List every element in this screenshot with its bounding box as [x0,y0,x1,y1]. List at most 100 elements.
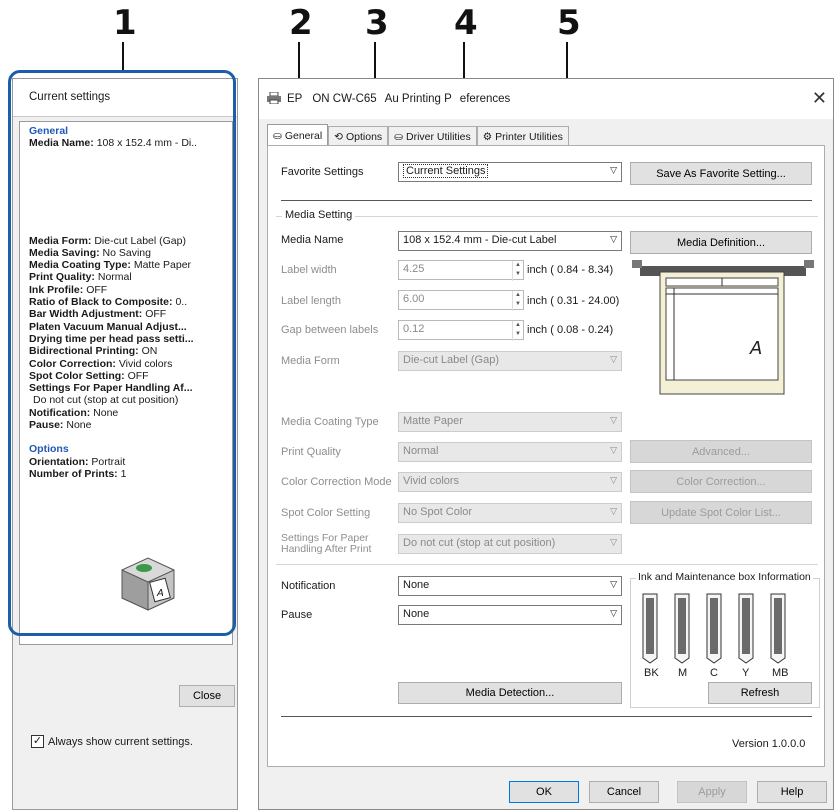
callout-5: 5 [557,3,581,43]
list-item: Notification: None [29,406,119,419]
current-settings-panel: Current settings General Media Name: 108… [12,78,238,810]
callout-4: 4 [454,3,478,43]
always-show-checkbox[interactable]: ✓ [31,735,44,748]
printing-preferences-dialog: EP ON CW-C65 Au Printing Peferences ✕ ⛀ Gen… [258,78,834,810]
options-tab-icon: ⟲ [334,130,343,143]
media-form-select[interactable]: Die-cut Label (Gap) ▽ [398,351,622,371]
cartridge-label-y: Y [742,667,750,679]
list-item: Number of Prints: 1 [29,467,127,480]
gap-input[interactable]: 0.12 ▲ ▼ [398,320,524,341]
chevron-down-icon: ▽ [610,608,617,618]
close-button[interactable]: Close [179,685,235,707]
tab-general[interactable]: ⛀ General [267,124,329,146]
list-item: Media Coating Type: Matte Paper [29,259,192,272]
always-show-checkbox-row[interactable]: ✓ Always show current settings. [31,735,193,748]
spin-arrows-icon[interactable]: ▲ ▼ [512,321,523,341]
chevron-down-icon: ▽ [610,165,617,175]
apply-button[interactable]: Apply [677,781,747,803]
label-length-input[interactable]: 6.00 ▲ ▼ [398,290,524,311]
cartridge-label-bk: BK [644,667,659,679]
divider [281,716,812,717]
list-item: Media Name: 108 x 152.4 mm - Di.. [29,137,198,150]
chevron-down-icon: ▽ [610,579,617,589]
favorite-settings-label: Favorite Settings [281,166,364,178]
list-item: Ratio of Black to Composite: 0.. [29,296,188,309]
ok-button[interactable]: OK [509,781,579,803]
media-name-label: Media Name [281,234,344,246]
media-name-select[interactable]: 108 x 152.4 mm - Die-cut Label ▽ [398,231,622,251]
list-item: Print Quality: Normal [29,271,132,284]
callout-1: 1 [113,3,137,43]
list-item: Spot Color Setting: OFF [29,369,149,382]
chevron-down-icon: ▽ [610,234,617,244]
chevron-down-icon: ▽ [610,475,617,485]
pause-select[interactable]: None ▽ [398,605,622,625]
close-icon[interactable]: ✕ [812,88,827,109]
label-width-input[interactable]: 4.25 ▲ ▼ [398,260,524,281]
coating-label: Media Coating Type [281,416,379,428]
pause-label: Pause [281,609,313,621]
list-item: Settings For Paper Handling Af... [29,382,193,395]
media-detection-button[interactable]: Media Detection... [398,682,622,704]
cancel-button[interactable]: Cancel [589,781,659,803]
printer-icon [267,91,283,107]
label-length-unit: inch ( 0.31 - 24.00) [527,295,620,307]
after-print-label: Settings For Paper Handling After Print [281,532,372,555]
coating-select[interactable]: Matte Paper ▽ [398,412,622,432]
print-quality-label: Print Quality [281,446,341,458]
driver-utilities-tab-icon: ⛀ [394,130,403,143]
color-correction-mode-select[interactable]: Vivid colors ▽ [398,472,622,492]
spin-arrows-icon[interactable]: ▲ ▼ [512,291,523,311]
print-quality-select[interactable]: Normal ▽ [398,442,622,462]
spot-color-select[interactable]: No Spot Color ▽ [398,503,622,523]
update-spot-color-list-button[interactable]: Update Spot Color List... [630,501,812,524]
favorite-settings-select[interactable]: Current Settings ▽ [398,162,622,182]
notification-label: Notification [281,580,336,592]
tab-driver-utilities[interactable]: ⛀ Driver Utilities [388,126,477,146]
printer-utilities-tab-icon: ⚙ [482,130,493,143]
general-tab-panel: Favorite Settings Current Settings ▽ Save… [267,145,825,767]
help-button[interactable]: Help [757,781,827,803]
list-item: Bidirectional Printing: ON [29,345,158,358]
svg-text:A: A [156,588,164,599]
color-correction-mode-label: Color Correction Mode [281,476,392,488]
after-print-select[interactable]: Do not cut (stop at cut position) ▽ [398,534,622,554]
cartridge-label-c: C [710,667,718,679]
list-item: Media Form: Die-cut Label (Gap) [29,234,186,247]
label-width-label: Label width [281,264,337,276]
media-definition-button[interactable]: Media Definition... [630,231,812,254]
tab-printer-utilities[interactable]: ⚙ Printer Utilities [476,126,569,146]
chevron-down-icon: ▽ [610,415,617,425]
preview-glyph: A [749,338,762,359]
divider [281,200,812,201]
dialog-title: EP ON CW-C65 Au Printing Peferences [287,93,511,105]
save-as-favorite-button[interactable]: Save As Favorite Setting... [630,162,812,185]
notification-select[interactable]: None ▽ [398,576,622,596]
callout-3: 3 [365,3,389,43]
current-settings-list[interactable]: General Media Name: 108 x 152.4 mm - Di.… [19,121,233,645]
chevron-down-icon: ▽ [610,354,617,364]
label-length-label: Label length [281,295,341,307]
options-section-header: Options [29,443,69,456]
chevron-down-icon: ▽ [610,537,617,547]
cartridge-label-m: M [678,667,688,679]
advanced-button[interactable]: Advanced... [630,440,812,463]
dialog-titlebar: EP ON CW-C65 Au Printing Peferences ✕ [259,79,833,119]
callout-1-line [122,42,124,72]
tab-options[interactable]: ⟲ Options [328,126,389,146]
spin-arrows-icon[interactable]: ▲ ▼ [512,261,523,281]
always-show-label: Always show current settings. [48,735,193,748]
media-setting-group-border [276,216,818,217]
list-item: Color Correction: Vivid colors [29,357,173,370]
tab-bar: ⛀ General ⟲ Options ⛀ Driver Utilities ⚙ Pri… [267,124,569,146]
chevron-down-icon: ▽ [610,506,617,516]
spot-color-label: Spot Color Setting [281,507,371,519]
refresh-button[interactable]: Refresh [708,682,812,704]
cartridge-label-mb: MB [772,667,789,679]
media-form-label: Media Form [281,355,340,367]
ink-cartridges-graphic [642,593,786,664]
ink-maintenance-title: Ink and Maintenance box Information [636,571,813,583]
list-item: Do not cut (stop at cut position) [33,394,179,407]
color-correction-button[interactable]: Color Correction... [630,470,812,493]
list-item: Ink Profile: OFF [29,283,108,296]
